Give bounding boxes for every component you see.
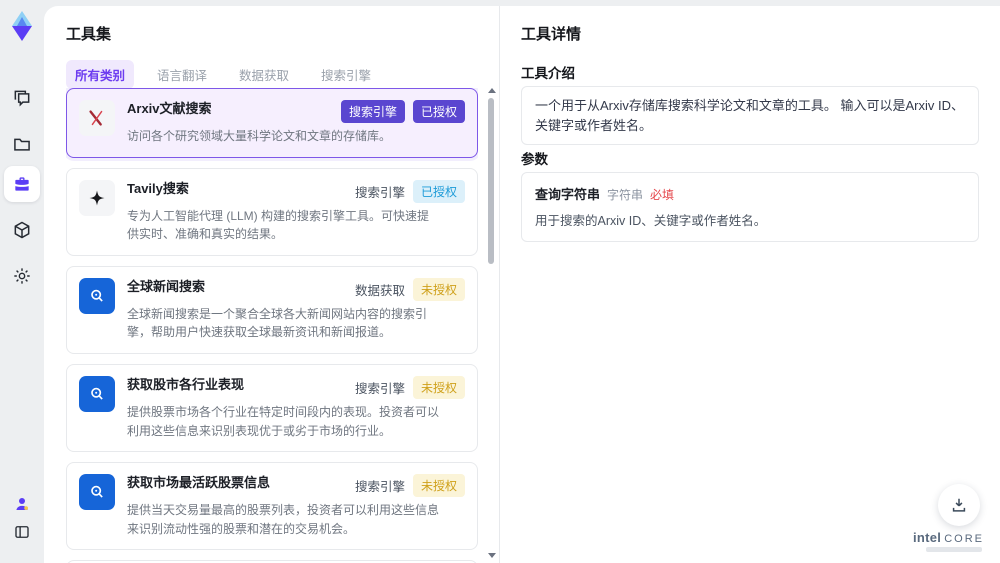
intro-section-title: 工具介绍 xyxy=(521,66,575,81)
category-label: 搜索引擎 xyxy=(354,185,405,200)
download-button[interactable] xyxy=(938,484,980,526)
tab-language-translation[interactable]: 语言翻译 xyxy=(148,60,216,89)
param-description: 用于搜索的Arxiv ID、关键字或作者姓名。 xyxy=(535,214,767,228)
tool-name: 全球新闻搜索 xyxy=(127,278,206,294)
magnifier-icon xyxy=(79,375,115,412)
tool-description: 专为人工智能代理 (LLM) 构建的搜索引擎工具。可快速提供实时、准确和真实的结… xyxy=(127,208,430,242)
tab-data-fetch[interactable]: 数据获取 xyxy=(230,60,298,89)
gear-icon[interactable] xyxy=(4,258,40,294)
tab-all-categories[interactable]: 所有类别 xyxy=(66,60,135,89)
tool-card-tavily[interactable]: Tavily搜索 搜索引擎 已授权 专为人工智能代理 (LLM) 构建的搜索引擎… xyxy=(66,167,478,256)
tool-card-arxiv[interactable]: Arxiv文献搜索 搜索引擎 已授权 访问各个研究领域大量科学论文和文章的存储库… xyxy=(66,88,478,158)
status-badge: 已授权 xyxy=(412,100,465,123)
tool-description: 提供股票市场各个行业在特定时间段内的表现。投资者可以利用这些信息来识别表现优于或… xyxy=(127,404,440,438)
tool-detail-panel: 工具详情 工具介绍 一个用于从Arxiv存储库搜索科学论文和文章的工具。 输入可… xyxy=(501,6,1000,563)
chat-icon[interactable] xyxy=(4,80,40,116)
magnifier-icon xyxy=(79,474,115,511)
status-badge: 未授权 xyxy=(412,277,465,301)
arxiv-logo-icon xyxy=(79,100,115,136)
scrollbar[interactable] xyxy=(486,86,496,560)
tool-list-panel: 工具集 所有类别 语言翻译 数据获取 搜索引擎 Arxiv文献搜索 搜索引擎 已… xyxy=(44,6,500,563)
intel-core-text: CORE xyxy=(944,533,984,545)
param-name: 查询字符串 xyxy=(535,187,601,202)
tool-name: 获取市场最活跃股票信息 xyxy=(127,475,271,491)
main-panel: 工具集 所有类别 语言翻译 数据获取 搜索引擎 Arxiv文献搜索 搜索引擎 已… xyxy=(44,6,1000,563)
param-box: 查询字符串 字符串 必填 用于搜索的Arxiv ID、关键字或作者姓名。 xyxy=(521,172,979,242)
scrollbar-thumb[interactable] xyxy=(488,98,494,264)
intro-box: 一个用于从Arxiv存储库搜索科学论文和文章的工具。 输入可以是Arxiv ID… xyxy=(521,86,979,145)
scroll-down-icon[interactable] xyxy=(488,553,496,558)
category-badge: 搜索引擎 xyxy=(340,100,405,123)
tool-name: Arxiv文献搜索 xyxy=(127,101,212,116)
panel-toggle-icon[interactable] xyxy=(4,514,40,550)
category-tabs: 所有类别 语言翻译 数据获取 搜索引擎 xyxy=(66,60,380,89)
detail-title: 工具详情 xyxy=(521,26,582,43)
scroll-up-icon[interactable] xyxy=(488,88,496,93)
tool-name: Tavily搜索 xyxy=(127,180,189,196)
params-section-title: 参数 xyxy=(521,152,548,167)
toolbox-icon[interactable] xyxy=(4,166,40,202)
status-badge: 未授权 xyxy=(412,474,465,498)
app-window: 工具集 所有类别 语言翻译 数据获取 搜索引擎 Arxiv文献搜索 搜索引擎 已… xyxy=(0,0,1000,563)
tool-card-sector-performance[interactable]: 获取股市各行业表现 搜索引擎 未授权 提供股票市场各个行业在特定时间段内的表现。… xyxy=(66,363,478,453)
folder-icon[interactable] xyxy=(4,126,40,162)
page-title: 工具集 xyxy=(66,26,112,43)
magnifier-icon xyxy=(79,277,115,314)
intel-brand-text: intel xyxy=(912,530,942,545)
intro-text: 一个用于从Arxiv存储库搜索科学论文和文章的工具。 输入可以是Arxiv ID… xyxy=(535,98,965,133)
intel-logo-underline xyxy=(926,547,982,552)
category-label: 搜索引擎 xyxy=(354,480,405,495)
tab-search-engine[interactable]: 搜索引擎 xyxy=(312,60,380,89)
status-badge: 未授权 xyxy=(412,375,465,399)
category-label: 数据获取 xyxy=(354,283,405,298)
tool-card-global-news[interactable]: 全球新闻搜索 数据获取 未授权 全球新闻搜索是一个聚合全球各大新闻网站内容的搜索… xyxy=(66,265,478,354)
tool-name: 获取股市各行业表现 xyxy=(127,376,245,392)
tool-description: 访问各个研究领域大量科学论文和文章的存储库。 xyxy=(127,129,392,143)
cube-icon[interactable] xyxy=(4,212,40,248)
download-icon xyxy=(952,498,966,512)
category-label: 搜索引擎 xyxy=(354,381,405,396)
status-badge: 已授权 xyxy=(412,179,465,203)
sparkle-star-icon xyxy=(79,179,115,216)
app-logo[interactable] xyxy=(5,9,39,43)
tool-description: 提供当天交易量最高的股票列表，投资者可以利用这些信息来识别流动性强的股票和潜在的… xyxy=(127,503,440,536)
tool-card-most-active-stocks[interactable]: 获取市场最活跃股票信息 搜索引擎 未授权 提供当天交易量最高的股票列表，投资者可… xyxy=(66,462,478,551)
sidebar xyxy=(0,0,44,563)
tool-list: Arxiv文献搜索 搜索引擎 已授权 访问各个研究领域大量科学论文和文章的存储库… xyxy=(66,88,478,563)
intel-core-logo: intel CORE xyxy=(913,530,984,545)
param-type: 字符串 xyxy=(607,188,644,202)
tool-description: 全球新闻搜索是一个聚合全球各大新闻网站内容的搜索引擎，帮助用户快速获取全球最新资… xyxy=(127,306,428,340)
param-required-badge: 必填 xyxy=(650,188,675,202)
